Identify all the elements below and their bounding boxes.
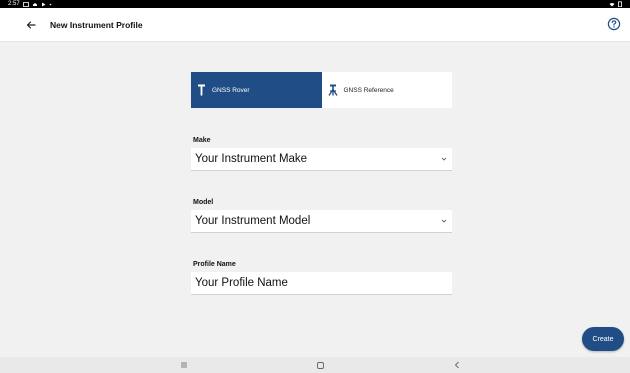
- profile-name-value: Your Profile Name: [195, 277, 288, 289]
- make-dropdown[interactable]: Your Instrument Make: [191, 148, 452, 171]
- model-dropdown[interactable]: Your Instrument Model: [191, 210, 452, 233]
- home-icon: [316, 361, 324, 369]
- create-button[interactable]: Create: [582, 327, 624, 351]
- recents-icon: [181, 362, 187, 368]
- chevron-down-icon: [441, 157, 447, 161]
- dot-icon: [49, 3, 51, 5]
- tripod-icon: [327, 84, 338, 96]
- play-icon: [41, 2, 46, 6]
- recents-button[interactable]: [178, 360, 190, 370]
- help-circle-icon[interactable]: [607, 17, 621, 31]
- battery-icon: [618, 1, 622, 7]
- back-icon: [454, 361, 459, 369]
- home-button[interactable]: [314, 360, 326, 370]
- make-value: Your Instrument Make: [195, 153, 308, 165]
- system-nav-bar: [0, 357, 630, 373]
- model-value: Your Instrument Model: [195, 215, 311, 227]
- app-bar: New Instrument Profile: [0, 8, 630, 42]
- gnss-reference-label: GNSS Reference: [343, 86, 394, 94]
- arrow-left-icon: [26, 20, 36, 29]
- cloud-icon: [32, 2, 37, 6]
- receiver-type-toggle: GNSS Rover GNSS Reference: [191, 72, 452, 108]
- wifi-icon: [609, 2, 615, 6]
- model-label: Model: [193, 199, 214, 206]
- back-button[interactable]: [20, 14, 42, 36]
- gnss-reference-option[interactable]: GNSS Reference: [321, 72, 452, 108]
- gnss-rover-option[interactable]: GNSS Rover: [191, 72, 322, 108]
- gallery-icon: [22, 1, 29, 7]
- chevron-down-icon: [441, 219, 447, 223]
- rover-pole-icon: [198, 84, 205, 96]
- profile-name-input[interactable]: Your Profile Name: [191, 272, 452, 295]
- back-nav-button[interactable]: [451, 360, 463, 370]
- profile-name-label: Profile Name: [193, 261, 236, 268]
- page-title: New Instrument Profile: [50, 19, 143, 30]
- make-label: Make: [193, 137, 211, 144]
- gnss-rover-label: GNSS Rover: [212, 86, 250, 94]
- status-bar: 2:57: [0, 0, 630, 8]
- status-time: 2:57: [8, 1, 20, 7]
